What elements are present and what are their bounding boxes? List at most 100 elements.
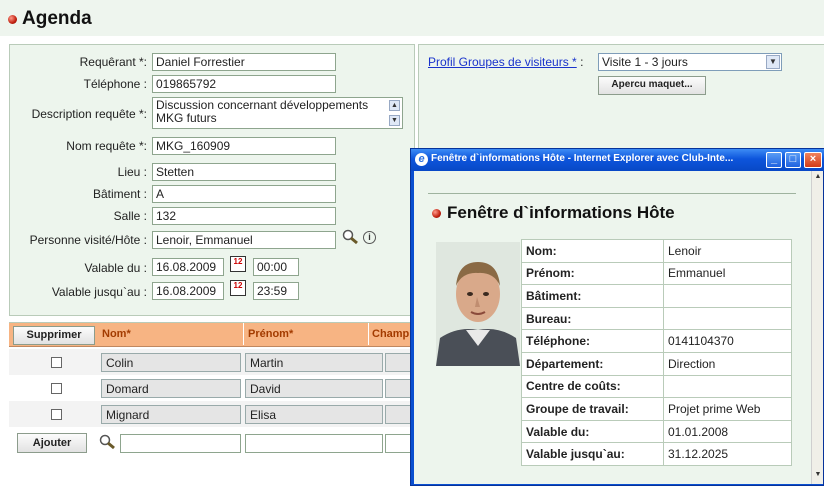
info-icon[interactable]: i xyxy=(363,231,376,244)
table-row: Centre de coûts: xyxy=(521,374,792,399)
new-nom-input[interactable] xyxy=(120,434,241,453)
grid-header-nom: Nom* xyxy=(99,323,244,345)
minimize-icon[interactable]: _ xyxy=(766,152,782,168)
page-title: Agenda xyxy=(8,8,92,30)
row-nom[interactable]: Colin xyxy=(101,353,241,372)
lieu-label: Lieu : xyxy=(117,165,147,179)
row-nom[interactable]: Mignard xyxy=(101,405,241,424)
description-textarea[interactable]: Discussion concernant développements MKG… xyxy=(152,97,403,129)
valable-du-time[interactable]: 00:00 xyxy=(253,258,299,276)
valable-du-label: Valable du : xyxy=(84,261,148,275)
valable-jusqu-date[interactable]: 16.08.2009 xyxy=(152,282,224,300)
bullet-icon xyxy=(8,14,17,24)
row-nom[interactable]: Domard xyxy=(101,379,241,398)
info-key: Département: xyxy=(521,351,664,376)
info-key: Prénom: xyxy=(521,261,664,286)
new-prenom-input[interactable] xyxy=(245,434,383,453)
row-checkbox[interactable] xyxy=(51,383,62,394)
table-row: Département: Direction xyxy=(521,351,792,376)
valable-jusqu-time[interactable]: 23:59 xyxy=(253,282,299,300)
ie-logo-icon: e xyxy=(415,153,428,166)
info-value: Lenoir xyxy=(663,239,792,263)
batiment-label: Bâtiment : xyxy=(92,187,147,201)
nom-requete-label: Nom requête *: xyxy=(66,139,147,153)
table-row: Nom: Lenoir xyxy=(521,239,792,263)
profile-select-value: Visite 1 - 3 jours xyxy=(602,55,688,69)
table-row: Bâtiment: xyxy=(521,284,792,308)
salle-label: Salle : xyxy=(113,209,147,223)
profile-link[interactable]: Profil Groupes de visiteurs * xyxy=(428,55,577,69)
table-row: Bureau: xyxy=(521,306,792,331)
delete-button[interactable]: Supprimer xyxy=(13,326,95,345)
chevron-down-icon[interactable]: ▼ xyxy=(766,55,780,69)
scroll-up-icon[interactable]: ▲ xyxy=(389,100,400,111)
window-titlebar[interactable]: e Fenêtre d`informations Hôte - Internet… xyxy=(411,149,824,171)
personne-label: Personne visité/Hôte : xyxy=(29,233,147,247)
info-value: 0141104370 xyxy=(663,329,792,353)
batiment-field[interactable]: A xyxy=(152,185,336,203)
info-value: 31.12.2025 xyxy=(663,442,792,466)
page-title-text: Agenda xyxy=(22,8,92,29)
scroll-down-icon[interactable]: ▼ xyxy=(389,115,400,126)
maximize-icon[interactable]: □ xyxy=(785,152,801,168)
nom-requete-field[interactable]: MKG_160909 xyxy=(152,137,336,155)
info-value xyxy=(663,284,792,308)
magnifier-icon[interactable] xyxy=(342,229,360,245)
info-key: Valable jusqu`au: xyxy=(521,442,664,466)
profile-colon: : xyxy=(580,55,584,69)
close-icon[interactable]: × xyxy=(804,152,822,168)
popup-heading: Fenêtre d`informations Hôte xyxy=(432,203,675,223)
table-row: Groupe de travail: Projet prime Web xyxy=(521,397,792,421)
info-value xyxy=(663,306,792,331)
top-bar xyxy=(0,0,824,36)
preview-button[interactable]: Apercu maquet... xyxy=(598,76,706,95)
profile-link-row: Profil Groupes de visiteurs * : xyxy=(428,55,583,69)
info-value: Emmanuel xyxy=(663,261,792,286)
requerant-label: Requêrant *: xyxy=(79,55,147,69)
info-key: Bureau: xyxy=(521,306,664,331)
table-row: Mignard Elisa xyxy=(9,401,415,427)
table-row: Prénom: Emmanuel xyxy=(521,261,792,286)
row-checkbox[interactable] xyxy=(51,409,62,420)
info-key: Centre de coûts: xyxy=(521,374,664,399)
lieu-field[interactable]: Stetten xyxy=(152,163,336,181)
info-value: Projet prime Web xyxy=(663,397,792,421)
visitor-grid: Supprimer Nom* Prénom* Champ Colin Marti… xyxy=(9,322,415,486)
requerant-field[interactable]: Daniel Forrestier xyxy=(152,53,336,71)
magnifier-icon[interactable] xyxy=(99,434,117,450)
salle-field[interactable]: 132 xyxy=(152,207,336,225)
table-row: Téléphone: 0141104370 xyxy=(521,329,792,353)
row-prenom[interactable]: Elisa xyxy=(245,405,383,424)
table-row: Domard David xyxy=(9,375,415,401)
popup-heading-text: Fenêtre d`informations Hôte xyxy=(447,203,675,222)
window-scrollbar[interactable]: ▲ ▼ xyxy=(811,171,823,484)
row-checkbox[interactable] xyxy=(51,357,62,368)
info-value: 01.01.2008 xyxy=(663,419,792,444)
host-photo xyxy=(436,242,520,366)
personne-field[interactable]: Lenoir, Emmanuel xyxy=(152,231,336,249)
window-title: Fenêtre d`informations Hôte - Internet E… xyxy=(431,153,734,164)
add-button[interactable]: Ajouter xyxy=(17,433,87,453)
info-value xyxy=(663,374,792,399)
table-row: Colin Martin xyxy=(9,349,415,375)
info-key: Groupe de travail: xyxy=(521,397,664,421)
calendar-icon[interactable]: 12 xyxy=(230,256,246,272)
info-key: Téléphone: xyxy=(521,329,664,353)
grid-header-prenom: Prénom* xyxy=(245,323,369,345)
row-prenom[interactable]: Martin xyxy=(245,353,383,372)
info-key: Nom: xyxy=(521,239,664,263)
info-value: Direction xyxy=(663,351,792,376)
header-divider xyxy=(428,193,796,194)
table-row: Valable du: 01.01.2008 xyxy=(521,419,792,444)
row-prenom[interactable]: David xyxy=(245,379,383,398)
description-label: Description requête *: xyxy=(31,107,147,121)
telephone-label: Téléphone : xyxy=(83,77,147,91)
scroll-down-icon[interactable]: ▼ xyxy=(813,471,823,481)
valable-du-date[interactable]: 16.08.2009 xyxy=(152,258,224,276)
calendar-icon[interactable]: 12 xyxy=(230,280,246,296)
profile-select[interactable]: Visite 1 - 3 jours ▼ xyxy=(598,53,782,71)
info-key: Valable du: xyxy=(521,419,664,444)
telephone-field[interactable]: 019865792 xyxy=(152,75,336,93)
scroll-up-icon[interactable]: ▲ xyxy=(813,173,823,183)
info-key: Bâtiment: xyxy=(521,284,664,308)
